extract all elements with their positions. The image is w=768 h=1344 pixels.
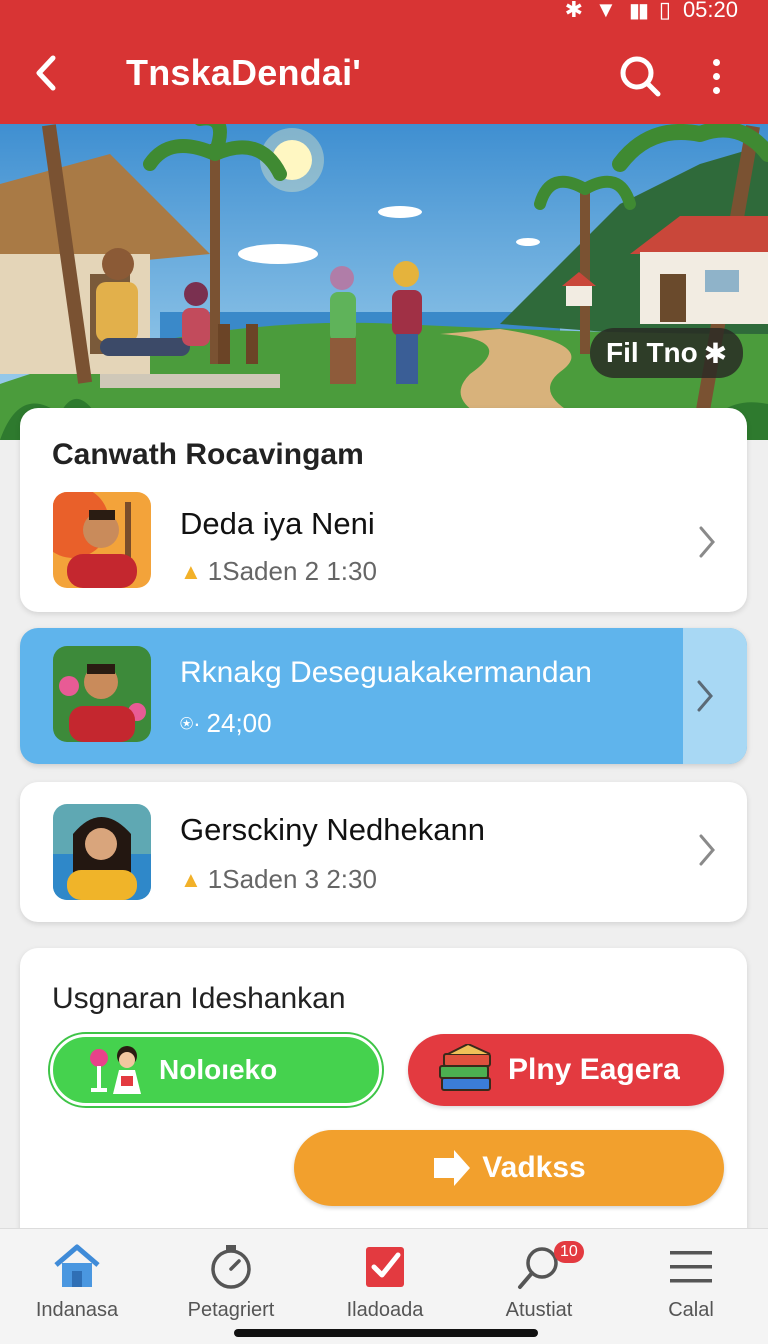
nav-label: Indanasa: [35, 1299, 119, 1321]
item-meta: ▲ 1Saden 2 1:30: [180, 556, 377, 587]
hero-badge-label: Fil Tno: [606, 337, 698, 368]
status-bar: ✱ ▼ ▮▮ ▯ 05:20: [564, 0, 738, 22]
orange-action-label: Vadkss: [482, 1151, 586, 1184]
section-title: Usgnaran Ideshankan: [52, 982, 346, 1015]
section-title: Canwath Rocavingam: [52, 438, 364, 472]
recent-section-card: Canwath Rocavingam Deda iya Neni ▲ 1Sade…: [20, 408, 747, 612]
kids-icon: [90, 1046, 141, 1094]
signal-icon: ▮▮: [628, 0, 649, 22]
nav-item-menu[interactable]: Calal: [614, 1229, 768, 1329]
books-icon: [439, 1044, 491, 1091]
red-action-button[interactable]: Plny Eagera: [408, 1034, 724, 1106]
stopwatch-icon: [211, 1245, 251, 1289]
avatar: [53, 492, 151, 588]
menu-icon: [670, 1251, 712, 1283]
avatar: [53, 646, 151, 742]
bell-icon: ▲: [180, 558, 202, 584]
nav-item-timer[interactable]: Petagriert: [154, 1229, 308, 1329]
checkbox-icon: [366, 1247, 404, 1287]
home-icon: [54, 1244, 100, 1287]
clock-icon: ⍟·: [180, 710, 201, 736]
app-title: TnskaDendai': [126, 52, 362, 93]
nav-label: Petagriert: [187, 1299, 275, 1321]
bell-icon: ▲: [180, 866, 202, 892]
item-meta-text: 1Saden 2 1:30: [207, 556, 377, 586]
bluetooth-icon: ✱: [564, 0, 584, 22]
chevron-right-icon: [697, 680, 713, 712]
item-meta: ▲ 1Saden 3 2:30: [180, 864, 377, 895]
nav-label: Iladoada: [346, 1299, 424, 1321]
list-item-highlighted[interactable]: Rknakg Deseguakakermandan ⍟· 24;00: [20, 628, 747, 764]
chevron-right-icon: [699, 834, 715, 866]
nav-item-home[interactable]: Indanasa: [0, 1229, 154, 1329]
nav-item-search[interactable]: 10 Atustiat: [462, 1229, 616, 1329]
item-title: Rknakg Deseguakakermandan: [180, 656, 592, 689]
dot-icon: [712, 86, 720, 94]
item-title: Gersckiny Nedhekann: [180, 812, 485, 847]
nav-label: Atustiat: [505, 1299, 573, 1321]
section-title-prefix: Canwath: [52, 438, 178, 471]
search-button[interactable]: [616, 52, 664, 100]
notification-badge: 10: [554, 1241, 584, 1263]
back-arrow-icon: [36, 55, 56, 91]
arrow-right-icon: [434, 1150, 471, 1186]
list-item[interactable]: Deda iya Neni ▲ 1Saden 2 1:30: [20, 488, 747, 598]
battery-icon: ▯: [658, 0, 671, 22]
green-action-button[interactable]: Noloıeko: [50, 1034, 382, 1106]
hero-badge[interactable]: Fil Tno ✱: [590, 328, 744, 378]
village-scene-illustration: [0, 124, 768, 440]
more-options-button[interactable]: [700, 52, 732, 100]
search-icon: [620, 56, 661, 97]
green-action-label: Noloıeko: [159, 1054, 278, 1085]
list-item-card[interactable]: Gersckiny Nedhekann ▲ 1Saden 3 2:30: [20, 782, 747, 922]
red-action-label: Plny Eagera: [508, 1053, 680, 1086]
item-meta-text: 1Saden 3 2:30: [207, 864, 377, 894]
dot-icon: [712, 58, 720, 66]
star-icon: ✱: [703, 337, 728, 369]
wifi-icon: ▼: [595, 0, 617, 22]
item-meta-text: 24;00: [206, 708, 272, 738]
orange-action-button[interactable]: Vadkss: [294, 1130, 724, 1206]
back-button[interactable]: [26, 50, 66, 96]
status-time: 05:20: [682, 0, 738, 22]
section-title-bold: Rocavingam: [185, 438, 364, 471]
hero-banner[interactable]: Fil Tno ✱: [0, 124, 768, 440]
bottom-navigation: Indanasa Petagriert Iladoada 10 Atustiat…: [0, 1228, 768, 1344]
item-title: Deda iya Neni: [180, 506, 375, 541]
item-meta: ⍟· 24;00: [180, 708, 272, 739]
home-indicator: [234, 1329, 538, 1337]
dot-icon: [712, 72, 720, 80]
chevron-right-icon: [699, 526, 715, 558]
avatar: [53, 804, 151, 900]
app-bar: ✱ ▼ ▮▮ ▯ 05:20 TnskaDendai': [0, 0, 768, 124]
nav-item-tasks[interactable]: Iladoada: [308, 1229, 462, 1329]
nav-label: Calal: [668, 1299, 714, 1321]
